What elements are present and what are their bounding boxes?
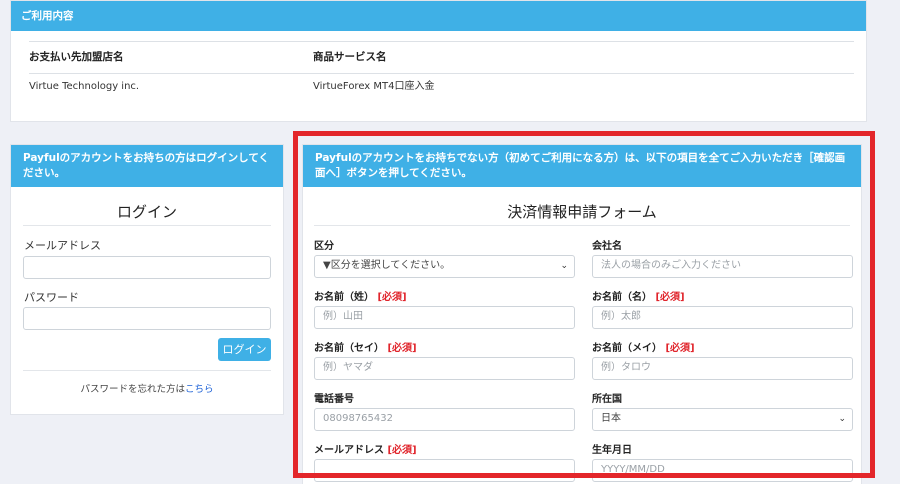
first-name-input[interactable]: 例）太郎: [592, 306, 853, 329]
phone-input[interactable]: 08098765432: [314, 408, 575, 431]
first-name-kana-input[interactable]: 例）タロウ: [592, 357, 853, 380]
chevron-down-icon: ⌄: [838, 414, 846, 424]
last-name-kana-input[interactable]: 例）ヤマダ: [314, 357, 575, 380]
required-tag: [必須]: [387, 445, 417, 456]
column-merchant: お支払い先加盟店名: [29, 51, 124, 63]
birthdate-label: 生年月日: [592, 445, 632, 456]
required-tag: [必須]: [655, 292, 685, 303]
login-button[interactable]: ログイン: [218, 338, 271, 361]
email-input[interactable]: [314, 459, 575, 482]
login-card: Payfulのアカウントをお持ちの方はログインしてください。 ログイン メールア…: [10, 144, 284, 415]
birthdate-input[interactable]: YYYY/MM/DD: [592, 459, 853, 482]
product-name: VirtueForex MT4口座入金: [313, 81, 435, 92]
form-header: Payfulのアカウントをお持ちでない方（初めてご利用になる方）は、以下の項目を…: [303, 145, 861, 187]
country-select[interactable]: 日本 ⌄: [592, 408, 853, 431]
last-name-label: お名前（姓） [必須]: [314, 288, 407, 303]
company-input[interactable]: 法人の場合のみご入力ください: [592, 255, 853, 278]
password-label: パスワード: [24, 291, 79, 304]
email-label: メールアドレス: [24, 239, 101, 252]
category-value: ▼区分を選択してください。: [323, 260, 451, 271]
last-name-kana-label-text: お名前（セイ）: [314, 343, 384, 354]
required-tag: [必須]: [377, 292, 407, 303]
divider: [23, 370, 271, 371]
usage-card: ご利用内容 お支払い先加盟店名 商品サービス名 Virtue Technolog…: [10, 0, 867, 122]
last-name-label-text: お名前（姓）: [314, 292, 374, 303]
divider: [314, 225, 850, 226]
form-card: Payfulのアカウントをお持ちでない方（初めてご利用になる方）は、以下の項目を…: [302, 144, 862, 484]
chevron-down-icon: ⌄: [560, 261, 568, 271]
login-header: Payfulのアカウントをお持ちの方はログインしてください。: [11, 145, 283, 187]
required-tag: [必須]: [665, 343, 695, 354]
company-label: 会社名: [592, 241, 622, 252]
forgot-text: パスワードを忘れた方は: [80, 384, 185, 395]
form-title: 決済情報申請フォーム: [507, 203, 657, 221]
first-name-label: お名前（名） [必須]: [592, 288, 685, 303]
login-email-input[interactable]: [23, 256, 271, 279]
usage-table-header: お支払い先加盟店名 商品サービス名: [29, 41, 854, 74]
email-label-text: メールアドレス: [314, 445, 384, 456]
country-value: 日本: [601, 413, 621, 424]
country-label: 所在国: [592, 394, 622, 405]
first-name-label-text: お名前（名）: [592, 292, 652, 303]
email-label: メールアドレス [必須]: [314, 441, 417, 456]
column-product: 商品サービス名: [313, 51, 387, 63]
last-name-kana-label: お名前（セイ） [必須]: [314, 339, 417, 354]
required-tag: [必須]: [387, 343, 417, 354]
login-password-input[interactable]: [23, 307, 271, 330]
first-name-kana-label-text: お名前（メイ）: [592, 343, 662, 354]
merchant-name: Virtue Technology inc.: [29, 81, 140, 92]
first-name-kana-label: お名前（メイ） [必須]: [592, 339, 695, 354]
divider: [23, 225, 271, 226]
category-label: 区分: [314, 241, 334, 252]
phone-label: 電話番号: [314, 394, 354, 405]
login-title: ログイン: [116, 203, 177, 221]
last-name-input[interactable]: 例）山田: [314, 306, 575, 329]
table-row: Virtue Technology inc. VirtueForex MT4口座…: [29, 72, 854, 102]
forgot-password-link[interactable]: こちら: [185, 384, 214, 395]
usage-header: ご利用内容: [11, 1, 866, 31]
category-select[interactable]: ▼区分を選択してください。 ⌄: [314, 255, 575, 278]
forgot-password: パスワードを忘れた方はこちら: [11, 381, 283, 395]
